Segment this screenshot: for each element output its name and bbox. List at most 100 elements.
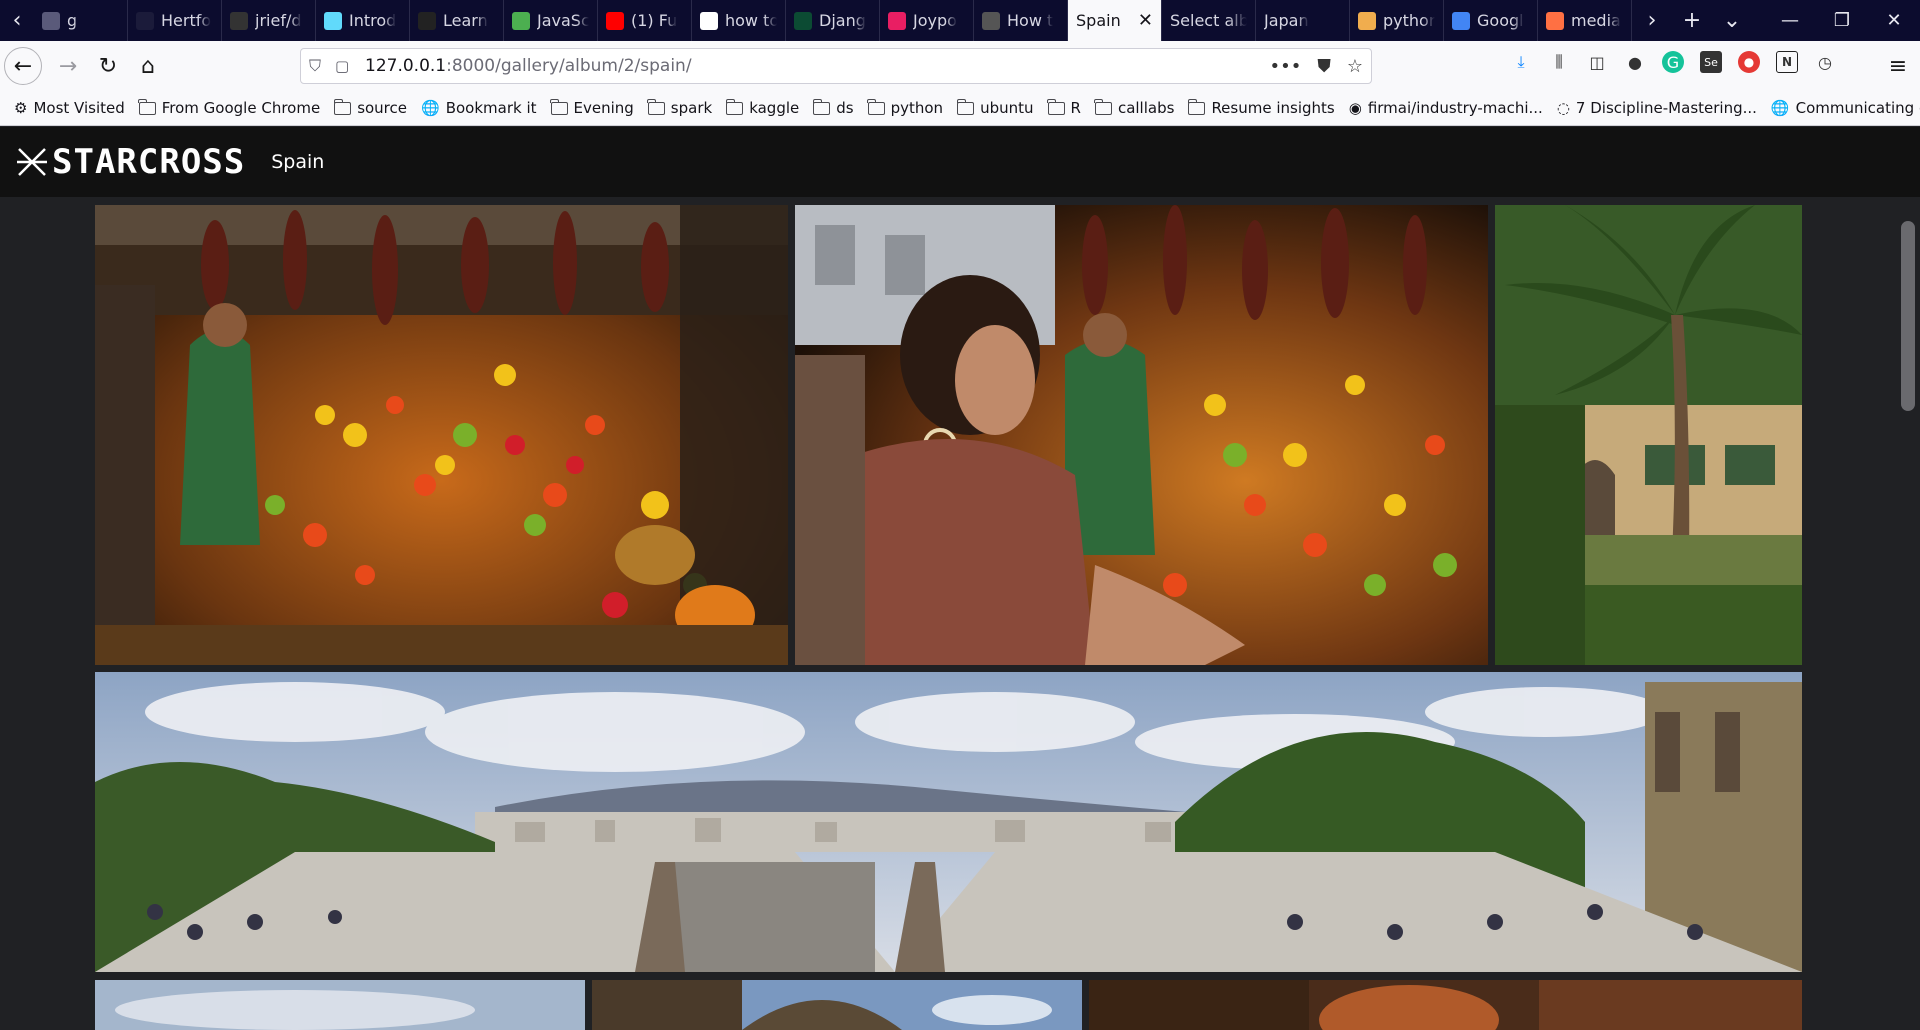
tab-hertfo[interactable]: Hertfo [128, 0, 222, 41]
js-icon [512, 11, 530, 30]
tab-introd[interactable]: Introd [316, 0, 410, 41]
scrollbar-thumb[interactable] [1901, 221, 1915, 411]
history-clock-icon[interactable]: ◷ [1814, 51, 1836, 73]
back-button[interactable]: ← [4, 47, 42, 85]
tab-label: g [67, 11, 78, 30]
tab-pythor[interactable]: pythor [1350, 0, 1444, 41]
tab-joypo[interactable]: Joypo [880, 0, 974, 41]
selenium-icon[interactable]: Se [1700, 51, 1722, 73]
photo-panorama-barcelona[interactable] [95, 672, 1802, 972]
photo-market-stall-1[interactable] [95, 205, 788, 665]
bookmark-label: python [890, 99, 944, 117]
photo-market-stall-2[interactable] [795, 205, 1488, 665]
url-host: 127.0.0.1 [365, 56, 447, 76]
tab-label: Introd [349, 11, 397, 30]
globe-icon: 🌐 [421, 99, 440, 117]
download-icon[interactable]: ⤓ [1510, 51, 1532, 73]
close-tab-icon[interactable]: ✕ [1138, 10, 1153, 31]
tab-label: Googl [1477, 11, 1524, 30]
bookmark-item[interactable]: ⚙ Most Visited [14, 99, 125, 117]
page-actions-icon[interactable]: ••• [1270, 56, 1302, 77]
home-button[interactable]: ⌂ [128, 46, 168, 86]
bookmark-star-icon[interactable]: ☆ [1347, 56, 1363, 77]
bookmark-item[interactable]: python [867, 98, 944, 117]
bookmark-item[interactable]: ◌ 7 Discipline-Mastering... [1557, 99, 1757, 117]
site-header: STARCROSS Spain [0, 127, 1920, 197]
folder-icon [647, 98, 665, 115]
bookmark-item[interactable]: calllabs [1094, 98, 1174, 117]
folder-icon [333, 98, 352, 115]
tab-how-to[interactable]: how to [692, 0, 786, 41]
generic-icon [42, 11, 60, 30]
tab-label: how to [725, 11, 777, 30]
bookmark-item[interactable]: From Google Chrome [138, 98, 321, 117]
tab-javasc[interactable]: JavaSc [504, 0, 598, 41]
folder-icon [550, 98, 568, 115]
reload-button[interactable]: ↻ [88, 46, 128, 86]
notion-icon[interactable]: N [1776, 51, 1798, 73]
bookmark-item[interactable]: Resume insights [1187, 98, 1335, 117]
starcross-logo[interactable]: STARCROSS [16, 142, 245, 182]
account-icon[interactable]: ● [1624, 51, 1646, 73]
tab-g[interactable]: g [34, 0, 128, 41]
bookmark-item[interactable]: ubuntu [956, 98, 1034, 117]
tab-spain[interactable]: Spain ✕ [1068, 0, 1162, 41]
bookmark-item[interactable]: R [1047, 98, 1081, 117]
bookmark-item[interactable]: source [333, 98, 407, 117]
minimize-icon[interactable]: — [1764, 0, 1816, 41]
tab-djang[interactable]: Djang [786, 0, 880, 41]
tab-1-fu[interactable]: (1) Fu [598, 0, 692, 41]
tomato-icon[interactable]: ● [1738, 51, 1760, 73]
forward-button[interactable]: → [48, 46, 88, 86]
bookmark-label: firmai/industry-machi... [1367, 99, 1543, 117]
close-window-icon[interactable]: ✕ [1868, 0, 1920, 41]
page-scrollbar[interactable] [1896, 197, 1920, 1030]
star-logo-icon [136, 11, 154, 30]
pocket-icon[interactable]: ⛊ [1317, 56, 1331, 77]
restore-icon[interactable]: ❐ [1816, 0, 1868, 41]
market-woman-image [795, 205, 1488, 665]
tracking-shield-icon[interactable]: ⛉ [309, 56, 335, 76]
bookmark-item[interactable]: Evening [550, 98, 634, 117]
bookmark-label: Bookmark it [445, 99, 537, 117]
tab-label: Djang [819, 11, 866, 30]
bookmark-item[interactable]: ds [812, 98, 854, 117]
tab-googl[interactable]: Googl [1444, 0, 1538, 41]
tab-media[interactable]: media [1538, 0, 1632, 41]
photo-sky-1[interactable] [95, 980, 585, 1030]
address-bar[interactable]: ⛉ ▢ 127.0.0.1:8000/gallery/album/2/spain… [300, 48, 1372, 84]
sidebar-icon[interactable]: ◫ [1586, 51, 1608, 73]
tab-japan[interactable]: Japan [1256, 0, 1350, 41]
bookmark-item[interactable]: 🌐 Communicating data s... [1771, 99, 1920, 117]
panorama-image [95, 672, 1802, 972]
photo-dome[interactable] [592, 980, 1082, 1030]
menu-icon[interactable]: ≡ [1878, 46, 1918, 86]
learn-icon [418, 11, 436, 30]
tab-scroll-right-icon[interactable]: › [1632, 8, 1672, 33]
tab-label: pythor [1383, 11, 1435, 30]
bookmark-item[interactable]: spark [647, 98, 712, 117]
bookmark-item[interactable]: kaggle [725, 98, 799, 117]
bookmark-item[interactable]: ◉ firmai/industry-machi... [1349, 99, 1543, 117]
globe-icon: 🌐 [1770, 99, 1790, 117]
folder-icon [812, 98, 831, 115]
tab-how-t[interactable]: How t [974, 0, 1068, 41]
python-icon [1358, 11, 1376, 30]
library-icon[interactable]: ⫼ [1548, 51, 1570, 73]
bookmark-label: 7 Discipline-Mastering... [1575, 99, 1757, 117]
tab-learn[interactable]: Learn [410, 0, 504, 41]
bookmark-item[interactable]: 🌐 Bookmark it [421, 99, 537, 117]
tab-list-chevron-icon[interactable]: ⌄ [1712, 8, 1752, 33]
tab-jrief-d[interactable]: jrief/d [222, 0, 316, 41]
photo-interior[interactable] [1089, 980, 1802, 1030]
new-tab-icon[interactable]: + [1672, 8, 1712, 33]
grammarly-icon[interactable]: G [1662, 51, 1684, 73]
photo-palm-building[interactable] [1495, 205, 1802, 665]
tab-label: jrief/d [255, 11, 302, 30]
tab-select-albu[interactable]: Select albu [1162, 0, 1256, 41]
url-text[interactable]: 127.0.0.1:8000/gallery/album/2/spain/ [365, 56, 692, 76]
tab-scroll-left-icon[interactable]: ‹ [0, 0, 34, 41]
folder-icon [1047, 98, 1065, 115]
bookmark-label: From Google Chrome [161, 99, 321, 117]
page-info-icon[interactable]: ▢ [335, 57, 365, 75]
